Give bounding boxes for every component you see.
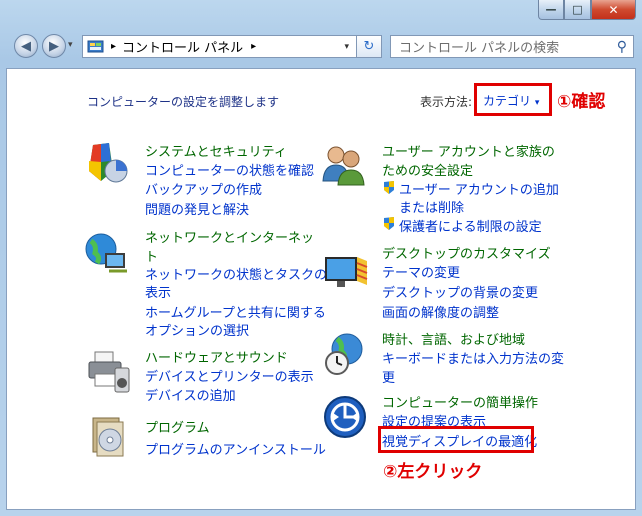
close-button[interactable]: ✕	[591, 0, 636, 20]
add-remove-user-link-cont[interactable]: または削除	[399, 197, 464, 216]
address-bar[interactable]: ▸ コントロール パネル ▸ ▾	[82, 35, 382, 58]
view-network-status-link[interactable]: ネットワークの状態とタスクの	[145, 264, 327, 283]
desktop-customize-icon	[325, 257, 368, 287]
refresh-button[interactable]: ↻	[356, 35, 382, 58]
system-security-heading[interactable]: システムとセキュリティ	[145, 141, 287, 160]
parental-controls-link[interactable]: 保護者による制限の設定	[399, 216, 542, 235]
highlight-box-view-by	[474, 83, 552, 116]
user-accounts-heading[interactable]: ユーザー アカウントと家族の	[382, 141, 555, 160]
uninstall-program-link[interactable]: プログラムのアンインストール	[145, 439, 326, 458]
hardware-sound-heading[interactable]: ハードウェアとサウンド	[145, 347, 288, 366]
search-icon[interactable]: ⚲	[617, 39, 627, 55]
programs-icon	[92, 417, 124, 457]
uac-shield-icon	[384, 181, 394, 194]
programs-heading[interactable]: プログラム	[145, 417, 210, 436]
view-network-status-link-cont[interactable]: 表示	[145, 282, 171, 301]
search-placeholder: コントロール パネルの検索	[399, 41, 560, 56]
change-theme-link[interactable]: テーマの変更	[382, 262, 460, 281]
navigation-bar: ◀ ▶ ▾ ▸ コントロール パネル ▸ ▾ ↻ コントロール パネルの検索 ⚲	[0, 28, 642, 68]
devices-printers-link[interactable]: デバイスとプリンターの表示	[145, 366, 314, 385]
clock-language-region-heading[interactable]: 時計、言語、および地域	[382, 329, 525, 348]
change-keyboard-link-cont[interactable]: 更	[382, 367, 395, 386]
content-area: コンピューターの設定を調整します 表示方法: カテゴリ ▾ システムとセキュリテ…	[6, 68, 636, 510]
user-accounts-heading-cont[interactable]: ための安全設定	[382, 160, 473, 179]
adjust-resolution-link[interactable]: 画面の解像度の調整	[382, 302, 499, 321]
network-internet-heading[interactable]: ネットワークとインターネッ	[145, 227, 314, 246]
ease-of-access-heading[interactable]: コンピューターの簡単操作	[382, 392, 538, 411]
annotation-step1: ①確認	[557, 92, 606, 112]
find-fix-problems-link[interactable]: 問題の発見と解決	[145, 199, 249, 218]
breadcrumb-separator[interactable]: ▸	[111, 41, 116, 52]
shield-icon	[89, 143, 128, 183]
add-remove-user-link[interactable]: ユーザー アカウントの追加	[399, 179, 559, 198]
uac-shield-icon	[384, 217, 394, 230]
page-title: コンピューターの設定を調整します	[87, 95, 280, 109]
breadcrumb-separator-trailing[interactable]: ▸	[251, 41, 256, 52]
ease-of-access-icon	[324, 396, 366, 438]
window-frame: — □ ✕ ◀ ▶ ▾ ▸ コントロール パネル ▸ ▾ ↻ コントロール パネ…	[0, 0, 642, 516]
add-device-link[interactable]: デバイスの追加	[145, 385, 236, 404]
back-button[interactable]: ◀	[14, 34, 38, 58]
network-globe-icon	[85, 233, 127, 273]
breadcrumb-control-panel[interactable]: コントロール パネル	[122, 37, 243, 56]
check-computer-status-link[interactable]: コンピューターの状態を確認	[145, 160, 314, 179]
title-buttons: — □ ✕	[538, 0, 636, 22]
network-internet-heading-cont[interactable]: ト	[145, 246, 158, 265]
user-accounts-icon	[322, 146, 365, 186]
refresh-icon: ↻	[363, 39, 375, 54]
back-arrow-icon: ◀	[21, 38, 31, 54]
forward-button[interactable]: ▶	[42, 34, 66, 58]
homegroup-sharing-link[interactable]: ホームグループと共有に関する	[145, 302, 326, 321]
history-dropdown[interactable]: ▾	[68, 40, 73, 50]
minimize-button[interactable]: —	[538, 0, 564, 20]
appearance-heading[interactable]: デスクトップのカスタマイズ	[382, 243, 551, 262]
control-panel-icon	[87, 40, 104, 52]
highlight-box-optimize-display	[378, 426, 534, 453]
clock-globe-icon	[325, 333, 363, 375]
change-keyboard-link[interactable]: キーボードまたは入力方法の変	[382, 348, 564, 367]
printer-speaker-icon	[88, 351, 130, 393]
homegroup-sharing-link-cont[interactable]: オプションの選択	[145, 320, 249, 339]
annotation-step2: ②左クリック	[383, 462, 483, 482]
maximize-button[interactable]: □	[564, 0, 591, 20]
change-background-link[interactable]: デスクトップの背景の変更	[382, 282, 538, 301]
address-dropdown[interactable]: ▾	[344, 42, 349, 52]
view-by-label: 表示方法:	[420, 95, 473, 109]
search-input[interactable]: コントロール パネルの検索 ⚲	[390, 35, 634, 58]
create-backup-link[interactable]: バックアップの作成	[145, 179, 262, 198]
forward-arrow-icon: ▶	[49, 38, 59, 54]
